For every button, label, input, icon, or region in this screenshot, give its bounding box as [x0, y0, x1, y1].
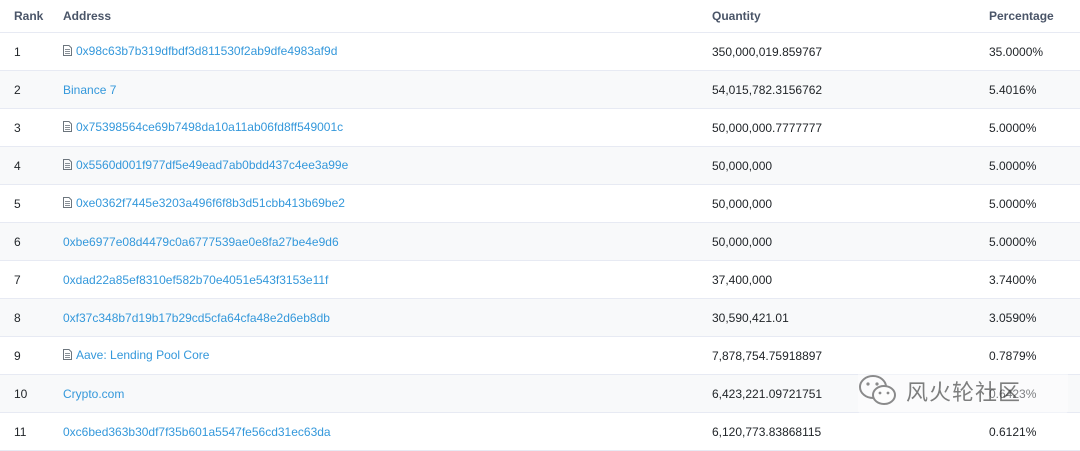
table-row: 10 Crypto.com 6,423,221.09721751 0.6423% — [0, 374, 1080, 413]
table-row: 7 0xdad22a85ef8310ef582b70e4051e543f3153e… — [0, 260, 1080, 299]
address-text: 0x5560d001f977df5e49ead7ab0bdd437c4ee3a9… — [76, 157, 349, 172]
address-text: Binance 7 — [63, 82, 117, 97]
rank-cell: 2 — [0, 70, 63, 109]
header-percentage[interactable]: Percentage — [989, 0, 1080, 33]
quantity-cell: 7,878,754.75918897 — [712, 336, 989, 375]
address-cell: 0xc6bed363b30df7f35b601a5547fe56cd31ec63… — [63, 412, 712, 451]
address-text: 0x98c63b7b319dfbdf3d811530f2ab9dfe4983af… — [76, 43, 338, 58]
address-link[interactable]: 0xdad22a85ef8310ef582b70e4051e543f3153e1… — [63, 273, 328, 287]
address-cell: 0xbe6977e08d4479c0a6777539ae0e8fa27be4e9… — [63, 222, 712, 261]
holders-table: Rank Address Quantity Percentage 1 0x98c6… — [0, 0, 1080, 451]
rank-cell: 9 — [0, 336, 63, 375]
quantity-cell: 50,000,000 — [712, 146, 989, 185]
address-link[interactable]: Binance 7 — [63, 83, 116, 97]
document-icon — [63, 121, 72, 133]
table-row: 2 Binance 7 54,015,782.3156762 5.4016% — [0, 70, 1080, 109]
percentage-cell: 3.7400% — [989, 260, 1080, 299]
address-cell: 0xf37c348b7d19b17b29cd5cfa64cfa48e2d6eb8… — [63, 298, 712, 337]
address-text: 0xf37c348b7d19b17b29cd5cfa64cfa48e2d6eb8… — [63, 310, 330, 325]
address-cell: Aave: Lending Pool Core — [63, 336, 712, 375]
address-link[interactable]: 0xf37c348b7d19b17b29cd5cfa64cfa48e2d6eb8… — [63, 311, 330, 325]
address-text: Crypto.com — [63, 386, 125, 401]
address-link[interactable]: 0xe0362f7445e3203a496f6f8b3d51cbb413b69b… — [63, 196, 345, 210]
percentage-cell: 0.6121% — [989, 412, 1080, 451]
quantity-cell: 50,000,000 — [712, 184, 989, 223]
address-cell: 0xe0362f7445e3203a496f6f8b3d51cbb413b69b… — [63, 184, 712, 223]
address-link[interactable]: 0x5560d001f977df5e49ead7ab0bdd437c4ee3a9… — [63, 158, 348, 172]
percentage-cell: 35.0000% — [989, 32, 1080, 71]
percentage-cell: 0.7879% — [989, 336, 1080, 375]
percentage-cell: 5.4016% — [989, 70, 1080, 109]
address-link[interactable]: 0x75398564ce69b7498da10a11ab06fd8ff54900… — [63, 120, 343, 134]
percentage-cell: 0.6423% — [989, 374, 1080, 413]
percentage-cell: 5.0000% — [989, 222, 1080, 261]
table-row: 8 0xf37c348b7d19b17b29cd5cfa64cfa48e2d6eb… — [0, 298, 1080, 337]
address-cell: 0x75398564ce69b7498da10a11ab06fd8ff54900… — [63, 108, 712, 147]
address-link[interactable]: Aave: Lending Pool Core — [63, 348, 209, 362]
percentage-cell: 3.0590% — [989, 298, 1080, 337]
address-cell: Binance 7 — [63, 70, 712, 109]
quantity-cell: 6,120,773.83868115 — [712, 412, 989, 451]
address-text: 0xe0362f7445e3203a496f6f8b3d51cbb413b69b… — [76, 195, 345, 210]
rank-cell: 1 — [0, 32, 63, 71]
quantity-cell: 30,590,421.01 — [712, 298, 989, 337]
quantity-cell: 6,423,221.09721751 — [712, 374, 989, 413]
quantity-cell: 50,000,000.7777777 — [712, 108, 989, 147]
quantity-cell: 37,400,000 — [712, 260, 989, 299]
address-text: 0xbe6977e08d4479c0a6777539ae0e8fa27be4e9… — [63, 234, 339, 249]
address-text: 0xc6bed363b30df7f35b601a5547fe56cd31ec63… — [63, 424, 331, 439]
table-body: 1 0x98c63b7b319dfbdf3d811530f2ab9dfe4983a… — [0, 32, 1080, 451]
address-link[interactable]: 0xbe6977e08d4479c0a6777539ae0e8fa27be4e9… — [63, 235, 339, 249]
address-text: 0x75398564ce69b7498da10a11ab06fd8ff54900… — [76, 119, 344, 134]
quantity-cell: 350,000,019.859767 — [712, 32, 989, 71]
address-text: Aave: Lending Pool Core — [76, 347, 210, 362]
rank-cell: 5 — [0, 184, 63, 223]
table-row: 5 0xe0362f7445e3203a496f6f8b3d51cbb413b69… — [0, 184, 1080, 223]
table-row: 4 0x5560d001f977df5e49ead7ab0bdd437c4ee3a… — [0, 146, 1080, 185]
table-row: 9 Aave: Lending Pool Core 7,878,754.759188… — [0, 336, 1080, 375]
header-quantity[interactable]: Quantity — [712, 0, 989, 33]
document-icon — [63, 159, 72, 171]
rank-cell: 7 — [0, 260, 63, 299]
address-cell: 0xdad22a85ef8310ef582b70e4051e543f3153e1… — [63, 260, 712, 299]
table-row: 3 0x75398564ce69b7498da10a11ab06fd8ff5490… — [0, 108, 1080, 147]
rank-cell: 10 — [0, 374, 63, 413]
rank-cell: 11 — [0, 412, 63, 451]
address-link[interactable]: 0xc6bed363b30df7f35b601a5547fe56cd31ec63… — [63, 425, 331, 439]
table-header-row: Rank Address Quantity Percentage — [0, 0, 1080, 33]
percentage-cell: 5.0000% — [989, 184, 1080, 223]
address-cell: 0x5560d001f977df5e49ead7ab0bdd437c4ee3a9… — [63, 146, 712, 185]
address-link[interactable]: 0x98c63b7b319dfbdf3d811530f2ab9dfe4983af… — [63, 44, 337, 58]
address-text: 0xdad22a85ef8310ef582b70e4051e543f3153e1… — [63, 272, 329, 287]
percentage-cell: 5.0000% — [989, 108, 1080, 147]
table-row: 11 0xc6bed363b30df7f35b601a5547fe56cd31ec… — [0, 412, 1080, 451]
address-link[interactable]: Crypto.com — [63, 387, 124, 401]
quantity-cell: 54,015,782.3156762 — [712, 70, 989, 109]
address-cell: Crypto.com — [63, 374, 712, 413]
document-icon — [63, 349, 72, 361]
quantity-cell: 50,000,000 — [712, 222, 989, 261]
table-row: 6 0xbe6977e08d4479c0a6777539ae0e8fa27be4e… — [0, 222, 1080, 261]
percentage-cell: 5.0000% — [989, 146, 1080, 185]
document-icon — [63, 45, 72, 57]
table-row: 1 0x98c63b7b319dfbdf3d811530f2ab9dfe4983a… — [0, 32, 1080, 71]
rank-cell: 3 — [0, 108, 63, 147]
address-cell: 0x98c63b7b319dfbdf3d811530f2ab9dfe4983af… — [63, 32, 712, 71]
document-icon — [63, 197, 72, 209]
rank-cell: 8 — [0, 298, 63, 337]
header-address[interactable]: Address — [63, 0, 712, 33]
rank-cell: 6 — [0, 222, 63, 261]
header-rank[interactable]: Rank — [0, 0, 63, 33]
rank-cell: 4 — [0, 146, 63, 185]
